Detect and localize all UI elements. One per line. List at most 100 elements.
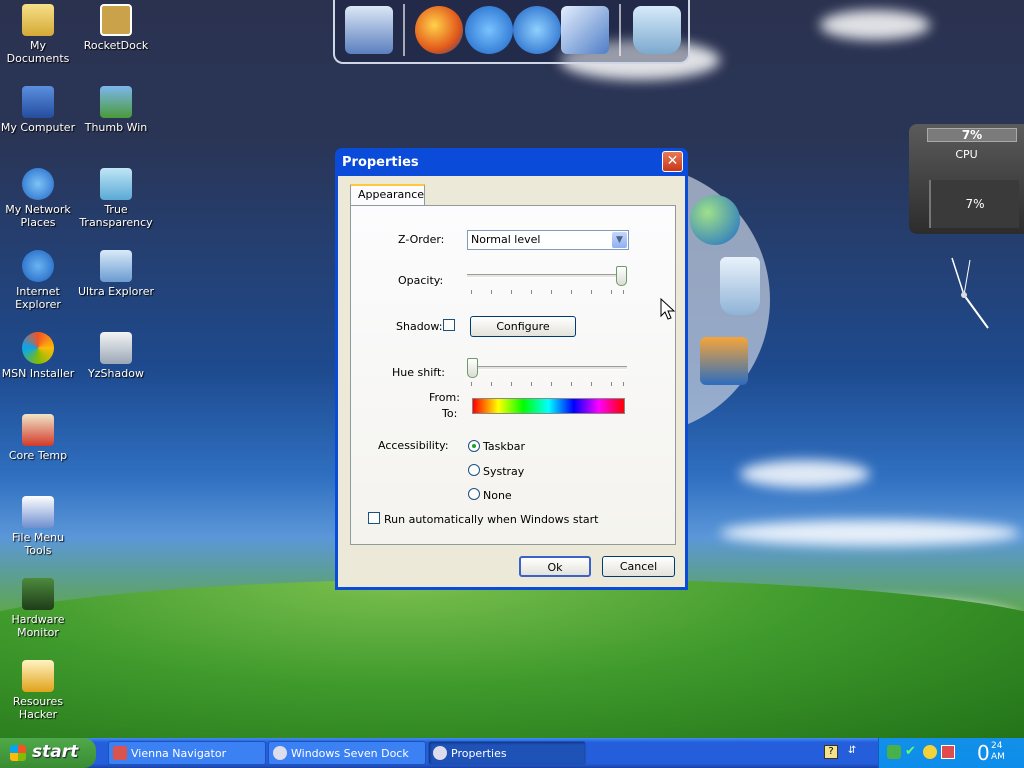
from-label: From: [429,391,460,404]
firefox-icon[interactable] [415,6,463,54]
clock-minutes[interactable]: 24 AM [991,741,1011,763]
clock-hour[interactable]: 0 [977,740,990,766]
desktop-icon-rocketdock[interactable]: RocketDock [76,4,156,52]
globe-icon[interactable] [690,195,740,245]
radio-taskbar[interactable] [468,440,480,452]
properties-app-icon [433,746,447,760]
radio-none[interactable] [468,488,480,500]
clock-center [961,292,967,298]
start-label: start [32,742,79,762]
appearance-panel: Z-Order: Normal level ▼ Opacity: Shadow:… [350,205,676,545]
msn-butterfly-icon [22,332,54,364]
desktop-icon-resources-hacker[interactable]: Resoures Hacker [0,660,78,721]
desktop-icon-internet-explorer[interactable]: Internet Explorer [0,250,78,311]
help-icon[interactable]: ? [824,745,838,759]
system-tray: ✔ 0 24 AM [878,738,1024,768]
settings-window-icon[interactable] [561,6,609,54]
tray-tool-icon[interactable] [887,745,901,759]
recycle-bin-icon[interactable] [633,6,681,54]
radio-none-label[interactable]: None [483,489,512,502]
internet-explorer-icon[interactable] [465,6,513,54]
cpu-label: CPU [955,148,978,161]
close-button[interactable]: ✕ [662,151,683,172]
accessibility-label: Accessibility: [378,439,449,452]
autorun-checkbox[interactable] [368,512,380,524]
notification-icon[interactable]: ⇵ [848,745,862,759]
desktop-icon-my-computer[interactable]: My Computer [0,86,78,134]
desktop-icon-file-menu-tools[interactable]: File Menu Tools [0,496,78,557]
cloud [820,10,930,40]
windows-flag-icon [10,745,26,761]
hue-gradient-preview [472,398,625,414]
chevron-down-icon[interactable]: ▼ [612,232,627,248]
tab-appearance[interactable]: Appearance [350,184,425,206]
thermometer-icon [22,414,54,446]
opacity-slider-thumb[interactable] [616,266,627,286]
cpu-bottom-value: 7% [929,180,1019,228]
folder-icon [22,4,54,36]
hue-slider-track[interactable] [467,366,627,370]
check-tray-icon[interactable]: ✔ [905,745,919,759]
cancel-button[interactable]: Cancel [602,556,675,577]
cloud [740,460,870,488]
thumbnail-icon [100,86,132,118]
desktop-icon-my-network-places[interactable]: My Network Places [0,168,78,229]
radio-systray-label[interactable]: Systray [483,465,524,478]
clock-second-hand [963,259,971,296]
recycle-bin-icon[interactable] [720,257,760,315]
desktop-icon-msn-installer[interactable]: MSN Installer [0,332,78,380]
zorder-label: Z-Order: [398,233,445,246]
task-vienna-navigator[interactable]: Vienna Navigator [108,741,266,765]
smiley-tray-icon[interactable] [923,745,937,759]
dialog-client: Appearance Z-Order: Normal level ▼ Opaci… [338,176,685,587]
desktop-icon-true-transparency[interactable]: True Transparency [76,168,156,229]
analog-clock [951,257,989,329]
dock-separator [403,4,405,56]
to-label: To: [442,407,458,420]
vienna-icon [113,746,127,760]
task-windows-seven-dock[interactable]: Windows Seven Dock [268,741,426,765]
transparency-icon [100,168,132,200]
desktop-icon-thumb-win[interactable]: Thumb Win [76,86,156,134]
ultra-explorer-icon [100,250,132,282]
rocketdock-icon [100,4,132,36]
zorder-value: Normal level [471,233,541,246]
zorder-select[interactable]: Normal level ▼ [467,230,629,250]
radio-taskbar-label[interactable]: Taskbar [483,440,525,453]
autorun-label[interactable]: Run automatically when Windows start [384,513,599,526]
radio-systray[interactable] [468,464,480,476]
configure-button[interactable]: Configure [470,316,576,337]
desktop-icon-core-temp[interactable]: Core Temp [0,414,78,462]
shadow-checkbox[interactable] [443,319,455,331]
desktop-icon-hardware-monitor[interactable]: Hardware Monitor [0,578,78,639]
task-properties[interactable]: Properties [428,741,586,765]
hardware-chip-icon [22,578,54,610]
dock-separator [619,4,621,56]
clock-hour-hand [951,257,965,296]
monitor-icon[interactable] [345,6,393,54]
ok-button[interactable]: Ok [519,556,591,577]
hue-slider-thumb[interactable] [467,358,478,378]
dock-app-icon [273,746,287,760]
media-player-icon[interactable] [513,6,561,54]
wallpaper-hill [0,578,1024,748]
tray-app-icon[interactable] [941,745,955,759]
desktop-icon-ultra-explorer[interactable]: Ultra Explorer [76,250,156,298]
yzshadow-icon [100,332,132,364]
hue-shift-label: Hue shift: [392,366,445,379]
shadow-label: Shadow: [396,320,443,333]
file-menu-icon [22,496,54,528]
cpu-top-value: 7% [927,128,1017,142]
properties-dialog: Properties ✕ Appearance Z-Order: Normal … [335,148,688,590]
top-dock [333,0,690,64]
title-bar[interactable]: Properties ✕ [338,148,685,176]
cpu-meter-widget: 7% CPU 7% [909,124,1024,234]
internet-explorer-icon [22,250,54,282]
network-globe-icon [22,168,54,200]
media-player-icon[interactable] [700,337,748,385]
desktop-icon-yzshadow[interactable]: YzShadow [76,332,156,380]
opacity-slider-track[interactable] [467,274,627,278]
desktop-icon-my-documents[interactable]: My Documents [0,4,78,65]
hammer-icon [22,660,54,692]
start-button[interactable]: start [0,738,96,768]
